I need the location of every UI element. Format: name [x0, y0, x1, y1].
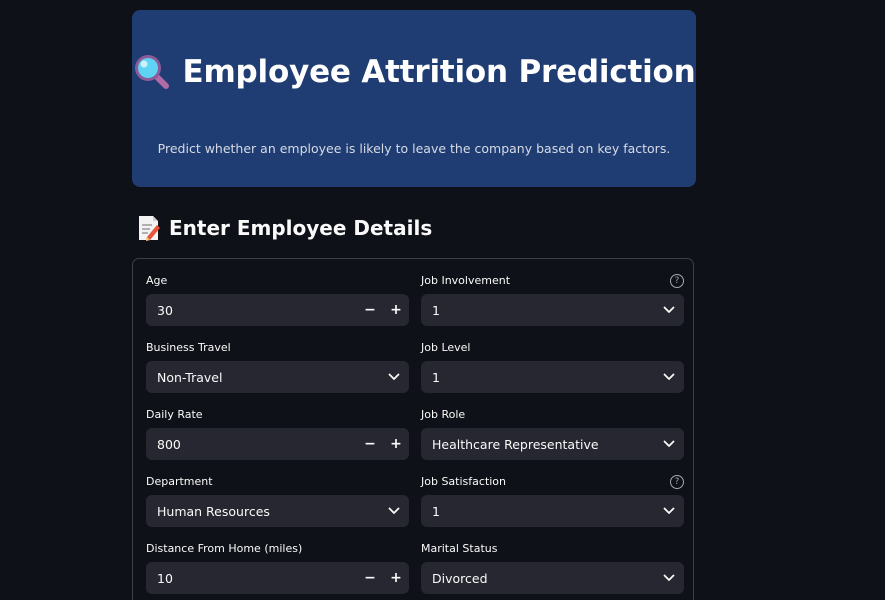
- job-level-select[interactable]: 1: [421, 361, 684, 393]
- job-level-field: Job Level 1: [421, 341, 684, 393]
- daily-rate-field: Daily Rate 800 − +: [146, 408, 409, 460]
- field-label: Distance From Home (miles): [146, 542, 303, 555]
- field-label: Daily Rate: [146, 408, 203, 421]
- select-value[interactable]: 1: [421, 303, 654, 318]
- chevron-down-icon[interactable]: [379, 495, 409, 527]
- decrement-button[interactable]: −: [357, 294, 383, 326]
- job-involvement-field: Job Involvement ? 1: [421, 274, 684, 326]
- input-value[interactable]: 800: [146, 437, 357, 452]
- business-travel-field: Business Travel Non-Travel: [146, 341, 409, 393]
- app-page: Employee Attrition Prediction Predict wh…: [0, 0, 885, 600]
- decrement-button[interactable]: −: [357, 562, 383, 594]
- distance-number-input[interactable]: 10 − +: [146, 562, 409, 594]
- chevron-down-icon[interactable]: [654, 428, 684, 460]
- select-value[interactable]: 1: [421, 370, 654, 385]
- page-subtitle: Predict whether an employee is likely to…: [157, 141, 671, 156]
- job-involvement-select[interactable]: 1: [421, 294, 684, 326]
- business-travel-select[interactable]: Non-Travel: [146, 361, 409, 393]
- input-value[interactable]: 10: [146, 571, 357, 586]
- job-role-field: Job Role Healthcare Representative: [421, 408, 684, 460]
- job-satisfaction-select[interactable]: 1: [421, 495, 684, 527]
- field-label: Department: [146, 475, 213, 488]
- help-icon[interactable]: ?: [670, 475, 684, 489]
- age-number-input[interactable]: 30 − +: [146, 294, 409, 326]
- header-banner: Employee Attrition Prediction Predict wh…: [132, 10, 696, 187]
- age-field: Age 30 − +: [146, 274, 409, 326]
- chevron-down-icon[interactable]: [379, 361, 409, 393]
- select-value[interactable]: Non-Travel: [146, 370, 379, 385]
- field-label: Marital Status: [421, 542, 498, 555]
- job-satisfaction-field: Job Satisfaction ? 1: [421, 475, 684, 527]
- increment-button[interactable]: +: [383, 294, 409, 326]
- page-title: Employee Attrition Prediction: [182, 54, 696, 90]
- field-label: Job Level: [421, 341, 471, 354]
- marital-status-select[interactable]: Divorced: [421, 562, 684, 594]
- field-label: Job Involvement: [421, 274, 511, 287]
- field-label: Age: [146, 274, 168, 287]
- section-title: Enter Employee Details: [169, 216, 433, 240]
- employee-form: Age 30 − + Business Travel Non-Travel Da…: [132, 258, 694, 600]
- daily-rate-number-input[interactable]: 800 − +: [146, 428, 409, 460]
- magnifying-glass-icon: [132, 52, 172, 92]
- select-value[interactable]: Human Resources: [146, 504, 379, 519]
- chevron-down-icon[interactable]: [654, 294, 684, 326]
- memo-icon: [137, 215, 161, 241]
- increment-button[interactable]: +: [383, 562, 409, 594]
- marital-status-field: Marital Status Divorced: [421, 542, 684, 594]
- field-label: Job Role: [421, 408, 466, 421]
- field-label: Job Satisfaction: [421, 475, 507, 488]
- department-field: Department Human Resources: [146, 475, 409, 527]
- department-select[interactable]: Human Resources: [146, 495, 409, 527]
- select-value[interactable]: Healthcare Representative: [421, 437, 654, 452]
- chevron-down-icon[interactable]: [654, 562, 684, 594]
- select-value[interactable]: 1: [421, 504, 654, 519]
- input-value[interactable]: 30: [146, 303, 357, 318]
- increment-button[interactable]: +: [383, 428, 409, 460]
- distance-from-home-field: Distance From Home (miles) 10 − +: [146, 542, 409, 594]
- help-icon[interactable]: ?: [670, 274, 684, 288]
- chevron-down-icon[interactable]: [654, 361, 684, 393]
- decrement-button[interactable]: −: [357, 428, 383, 460]
- select-value[interactable]: Divorced: [421, 571, 654, 586]
- chevron-down-icon[interactable]: [654, 495, 684, 527]
- section-heading: Enter Employee Details: [137, 215, 432, 241]
- title-row: Employee Attrition Prediction: [132, 52, 696, 92]
- job-role-select[interactable]: Healthcare Representative: [421, 428, 684, 460]
- field-label: Business Travel: [146, 341, 231, 354]
